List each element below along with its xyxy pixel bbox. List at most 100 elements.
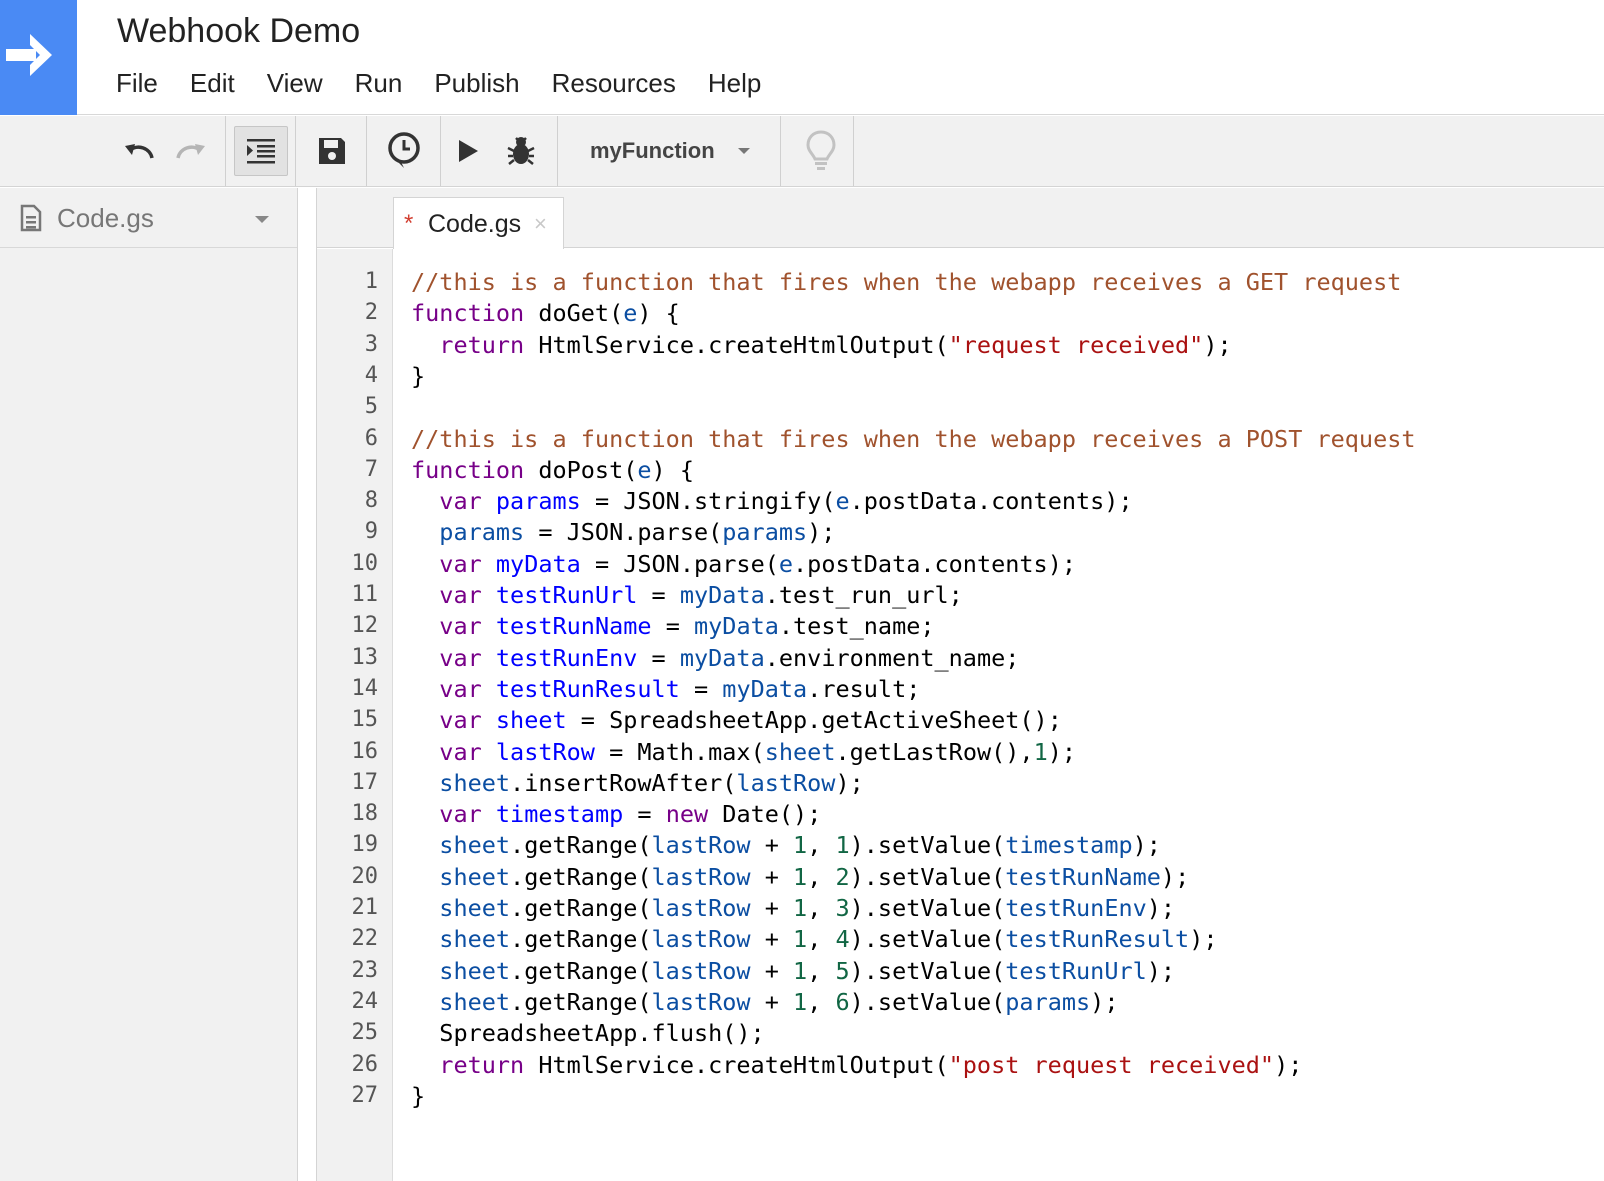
menu-run[interactable]: Run — [339, 66, 419, 101]
line-number: 26 — [351, 1051, 379, 1077]
menu-help[interactable]: Help — [692, 66, 777, 101]
code-line[interactable]: } — [411, 1080, 425, 1112]
code-line[interactable]: var testRunName = myData.test_name; — [411, 610, 934, 642]
code-token: return — [439, 1050, 525, 1079]
play-icon — [459, 140, 478, 162]
tab-code-gs[interactable]: * Code.gs × — [393, 197, 564, 249]
code-line[interactable]: return HtmlService.createHtmlOutput("req… — [411, 329, 1232, 361]
code-token: ); — [1203, 330, 1232, 359]
code-line[interactable]: function doGet(e) { — [411, 297, 680, 329]
code-token: var — [439, 549, 482, 578]
project-title[interactable]: Webhook Demo — [117, 12, 360, 51]
code-line[interactable]: var testRunEnv = myData.environment_name… — [411, 642, 1019, 674]
code-token: sheet — [439, 768, 511, 797]
line-number: 6 — [364, 425, 378, 451]
code-line[interactable]: sheet.getRange(lastRow + 1, 3).setValue(… — [411, 892, 1175, 924]
code-line[interactable]: } — [411, 360, 425, 392]
toolbar-divider — [557, 116, 558, 186]
code-token: .getRange( — [510, 862, 652, 891]
code-token: , — [807, 831, 836, 860]
close-icon[interactable]: × — [534, 211, 547, 237]
debug-button[interactable] — [500, 126, 542, 176]
code-line[interactable]: //this is a function that fires when the… — [411, 266, 1401, 298]
code-token: 1 — [793, 925, 808, 954]
code-line[interactable]: function doPost(e) { — [411, 454, 694, 486]
code-token: lastRow — [651, 831, 751, 860]
code-token: testRunUrl — [1005, 956, 1147, 985]
bug-icon — [507, 137, 535, 165]
save-button[interactable] — [308, 126, 356, 176]
code-token: var — [439, 674, 482, 703]
triggers-button[interactable] — [378, 126, 430, 176]
run-button[interactable] — [450, 126, 486, 176]
code-token: "post request received" — [948, 1050, 1275, 1079]
code-line[interactable]: var timestamp = new Date(); — [411, 798, 821, 830]
menu-resources[interactable]: Resources — [536, 66, 692, 101]
function-select[interactable]: myFunction — [566, 126, 774, 176]
code-line[interactable]: SpreadsheetApp.flush(); — [411, 1017, 764, 1049]
indent-button[interactable] — [234, 126, 288, 176]
code-token: ).setValue( — [849, 987, 1006, 1016]
code-line[interactable]: return HtmlService.createHtmlOutput("pos… — [411, 1049, 1302, 1081]
redo-icon — [176, 144, 205, 159]
code-line[interactable]: sheet.getRange(lastRow + 1, 2).setValue(… — [411, 861, 1189, 893]
toolbar-divider — [225, 116, 226, 186]
code-line[interactable]: sheet.getRange(lastRow + 1, 6).setValue(… — [411, 986, 1118, 1018]
code-line[interactable]: params = JSON.parse(params); — [411, 516, 835, 548]
line-number: 12 — [351, 613, 379, 639]
menu-edit[interactable]: Edit — [174, 66, 251, 101]
code-token: 4 — [835, 925, 850, 954]
code-line[interactable]: sheet.getRange(lastRow + 1, 4).setValue(… — [411, 923, 1218, 955]
sidebar-file-code-gs[interactable]: Code.gs — [0, 188, 297, 248]
code-token: Date(); — [708, 800, 822, 829]
code-line[interactable]: sheet.insertRowAfter(lastRow); — [411, 767, 863, 799]
code-token: ); — [1146, 894, 1176, 922]
code-line[interactable]: var testRunUrl = myData.test_run_url; — [411, 579, 963, 611]
code-token: } — [411, 361, 426, 390]
code-token: var — [439, 737, 482, 766]
code-line[interactable]: var testRunResult = myData.result; — [411, 673, 920, 705]
menu-publish[interactable]: Publish — [418, 66, 535, 101]
code-token: lastRow — [651, 987, 751, 1016]
code-token: lastRow — [651, 925, 751, 954]
menu-file[interactable]: File — [100, 66, 174, 101]
code-line[interactable]: //this is a function that fires when the… — [411, 423, 1416, 455]
code-line[interactable]: var myData = JSON.parse(e.postData.conte… — [411, 548, 1076, 580]
code-token: function — [411, 455, 525, 484]
code-token: .postData.contents); — [849, 487, 1133, 516]
toolbar-divider — [366, 116, 367, 186]
code-line[interactable]: var lastRow = Math.max(sheet.getLastRow(… — [411, 736, 1076, 768]
code-line[interactable]: sheet.getRange(lastRow + 1, 5).setValue(… — [411, 955, 1175, 987]
undo-button[interactable] — [116, 126, 162, 176]
line-number: 27 — [351, 1082, 379, 1108]
code-line[interactable]: var sheet = SpreadsheetApp.getActiveShee… — [411, 704, 1062, 736]
code-token: function — [411, 299, 525, 328]
toolbar-divider — [295, 116, 296, 186]
line-number: 25 — [351, 1020, 379, 1046]
code-token: sheet — [439, 956, 511, 985]
menu-view[interactable]: View — [251, 66, 339, 101]
chevron-down-icon[interactable] — [255, 216, 269, 223]
code-token: testRunName — [495, 612, 652, 641]
code-token: sheet — [439, 987, 511, 1016]
code-line[interactable]: sheet.getRange(lastRow + 1, 1).setValue(… — [411, 829, 1161, 861]
menu-bar: File Edit View Run Publish Resources Hel… — [100, 66, 777, 101]
code-token: .getRange( — [510, 956, 652, 985]
code-token: ); — [1189, 925, 1218, 954]
code-line[interactable]: var params = JSON.stringify(e.postData.c… — [411, 485, 1133, 517]
redo-button[interactable] — [168, 126, 214, 176]
code-token: testRunResult — [495, 674, 680, 703]
execution-hints-button[interactable] — [800, 126, 842, 176]
code-token: 1 — [793, 894, 808, 922]
apps-script-logo[interactable] — [0, 0, 77, 115]
